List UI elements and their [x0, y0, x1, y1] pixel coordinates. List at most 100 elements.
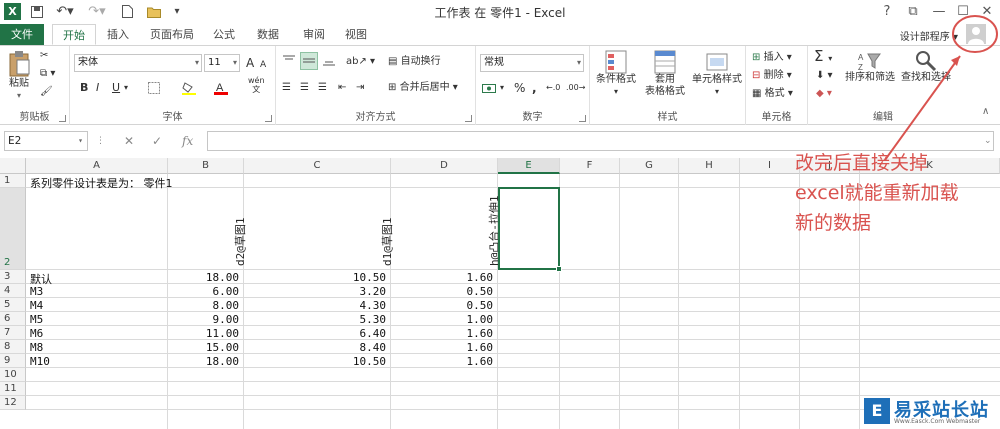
decrease-indent-icon[interactable]: ⇤	[338, 80, 346, 96]
enter-icon[interactable]: ✓	[152, 131, 162, 151]
cell-b2[interactable]: d2@草图1	[232, 218, 248, 267]
cell-a7[interactable]: M6	[30, 327, 43, 340]
format-painter-icon[interactable]: 🖌	[40, 84, 53, 100]
wrap-text-button[interactable]: ▤ 自动换行	[388, 54, 441, 70]
row-header-9[interactable]: 9	[0, 354, 26, 368]
maximize-button[interactable]: ☐	[950, 2, 976, 22]
align-bottom-icon[interactable]	[322, 54, 336, 70]
alignment-launcher-icon[interactable]	[465, 115, 472, 122]
cell-b4[interactable]: 6.00	[168, 285, 240, 298]
format-as-table-button[interactable]: 套用 表格格式	[640, 50, 690, 98]
format-cells-button[interactable]: ▦ 格式 ▾	[752, 86, 793, 102]
column-header-i[interactable]: I	[740, 158, 800, 174]
close-button[interactable]: ✕	[974, 2, 1000, 22]
row-header-5[interactable]: 5	[0, 298, 26, 312]
fill-color-icon[interactable]	[182, 80, 196, 96]
tab-insert[interactable]: 插入	[100, 24, 136, 45]
row-header-7[interactable]: 7	[0, 326, 26, 340]
accounting-format-icon[interactable]	[482, 80, 498, 96]
cell-b9[interactable]: 18.00	[168, 355, 239, 368]
cell-c3[interactable]: 10.50	[244, 271, 386, 284]
cell-a4[interactable]: M3	[30, 285, 43, 298]
column-header-d[interactable]: D	[391, 158, 498, 174]
increase-indent-icon[interactable]: ⇥	[356, 80, 364, 96]
underline-dropdown-icon[interactable]: ▾	[124, 80, 128, 96]
cell-d7[interactable]: 1.60	[391, 327, 494, 340]
insert-cells-button[interactable]: ⊞ 插入 ▾	[752, 50, 792, 66]
cell-d3[interactable]: 1.60	[391, 271, 494, 284]
number-format-select[interactable]: 常规 ▾	[480, 54, 584, 72]
align-center-icon[interactable]: ☰	[300, 80, 309, 96]
find-select-button[interactable]: 查找和选择	[898, 50, 954, 84]
help-button[interactable]: ?	[874, 2, 900, 22]
cell-d4[interactable]: 0.50	[391, 285, 494, 298]
tab-page-layout[interactable]: 页面布局	[144, 24, 200, 45]
fill-handle[interactable]	[556, 266, 562, 272]
italic-button[interactable]: I	[96, 80, 99, 96]
cancel-icon[interactable]: ✕	[124, 131, 134, 151]
tab-home[interactable]: 开始	[52, 24, 96, 45]
insert-function-icon[interactable]: fx	[182, 131, 193, 151]
align-left-icon[interactable]: ☰	[282, 80, 291, 96]
paste-button[interactable]: 粘贴 ▾	[4, 50, 34, 102]
align-right-icon[interactable]: ☰	[318, 80, 327, 96]
tab-review[interactable]: 审阅	[296, 24, 332, 45]
cell-b8[interactable]: 15.00	[168, 341, 239, 354]
cell-c7[interactable]: 6.40	[244, 327, 387, 340]
cell-b6[interactable]: 9.00	[168, 313, 240, 326]
cell-a5[interactable]: M4	[30, 299, 43, 312]
align-middle-icon[interactable]	[300, 52, 318, 70]
phonetic-guide-icon[interactable]: wén 文	[248, 76, 265, 94]
row-header-8[interactable]: 8	[0, 340, 26, 354]
cell-a1[interactable]: 系列零件设计表是为： 零件1	[30, 175, 173, 191]
cell-a6[interactable]: M5	[30, 313, 43, 326]
row-header-1[interactable]: 1	[0, 174, 26, 188]
clear-icon[interactable]: ◆ ▾	[816, 86, 832, 102]
cell-b5[interactable]: 8.00	[168, 299, 240, 312]
collapse-ribbon-icon[interactable]: ∧	[982, 104, 989, 120]
cell-b3[interactable]: 18.00	[168, 271, 239, 284]
column-header-c[interactable]: C	[244, 158, 391, 174]
cell-a8[interactable]: M8	[30, 341, 43, 354]
column-header-h[interactable]: H	[679, 158, 740, 174]
borders-icon[interactable]	[148, 80, 160, 96]
cell-d9[interactable]: 1.60	[391, 355, 494, 368]
comma-style-button[interactable]: ,	[532, 80, 537, 96]
bold-button[interactable]: B	[80, 80, 88, 96]
cell-c5[interactable]: 4.30	[244, 299, 387, 312]
row-header-4[interactable]: 4	[0, 284, 26, 298]
fill-icon[interactable]: ⬇ ▾	[816, 68, 833, 84]
name-box[interactable]: E2 ▾	[4, 131, 88, 151]
row-header-6[interactable]: 6	[0, 312, 26, 326]
font-launcher-icon[interactable]	[265, 115, 272, 122]
formula-bar-handle-icon[interactable]: ⋮	[96, 131, 105, 151]
cell-a9[interactable]: M10	[30, 355, 50, 368]
autosum-button[interactable]: Σ ▾	[814, 48, 832, 64]
cell-d6[interactable]: 1.00	[391, 313, 494, 326]
tab-file[interactable]: 文件	[0, 24, 44, 45]
delete-cells-button[interactable]: ⊟ 删除 ▾	[752, 68, 792, 84]
accounting-dropdown-icon[interactable]: ▾	[500, 80, 504, 96]
conditional-formatting-button[interactable]: 条件格式 ▾	[594, 50, 638, 98]
column-header-e[interactable]: E	[498, 158, 560, 174]
tab-formulas[interactable]: 公式	[206, 24, 242, 45]
decrease-font-button[interactable]: A	[260, 57, 266, 73]
tab-data[interactable]: 数据	[250, 24, 286, 45]
select-all-corner[interactable]	[0, 158, 26, 174]
row-header-11[interactable]: 11	[0, 382, 26, 396]
align-top-icon[interactable]	[282, 54, 296, 70]
copy-icon[interactable]: ⧉ ▾	[40, 66, 55, 82]
column-header-b[interactable]: B	[168, 158, 244, 174]
cell-d5[interactable]: 0.50	[391, 299, 494, 312]
decrease-decimal-icon[interactable]: .00→	[566, 80, 585, 96]
font-size-select[interactable]: 11 ▾	[204, 54, 240, 72]
cell-d8[interactable]: 1.60	[391, 341, 494, 354]
font-color-icon[interactable]: A	[214, 80, 228, 96]
orientation-icon[interactable]: ab↗ ▾	[346, 54, 375, 70]
cell-styles-button[interactable]: 单元格样式 ▾	[690, 50, 744, 98]
column-header-f[interactable]: F	[560, 158, 620, 174]
cell-c8[interactable]: 8.40	[244, 341, 387, 354]
underline-button[interactable]: U	[112, 80, 120, 96]
sort-filter-button[interactable]: AZ 排序和筛选	[842, 50, 898, 84]
cell-c2[interactable]: d1@草图1	[379, 218, 395, 267]
